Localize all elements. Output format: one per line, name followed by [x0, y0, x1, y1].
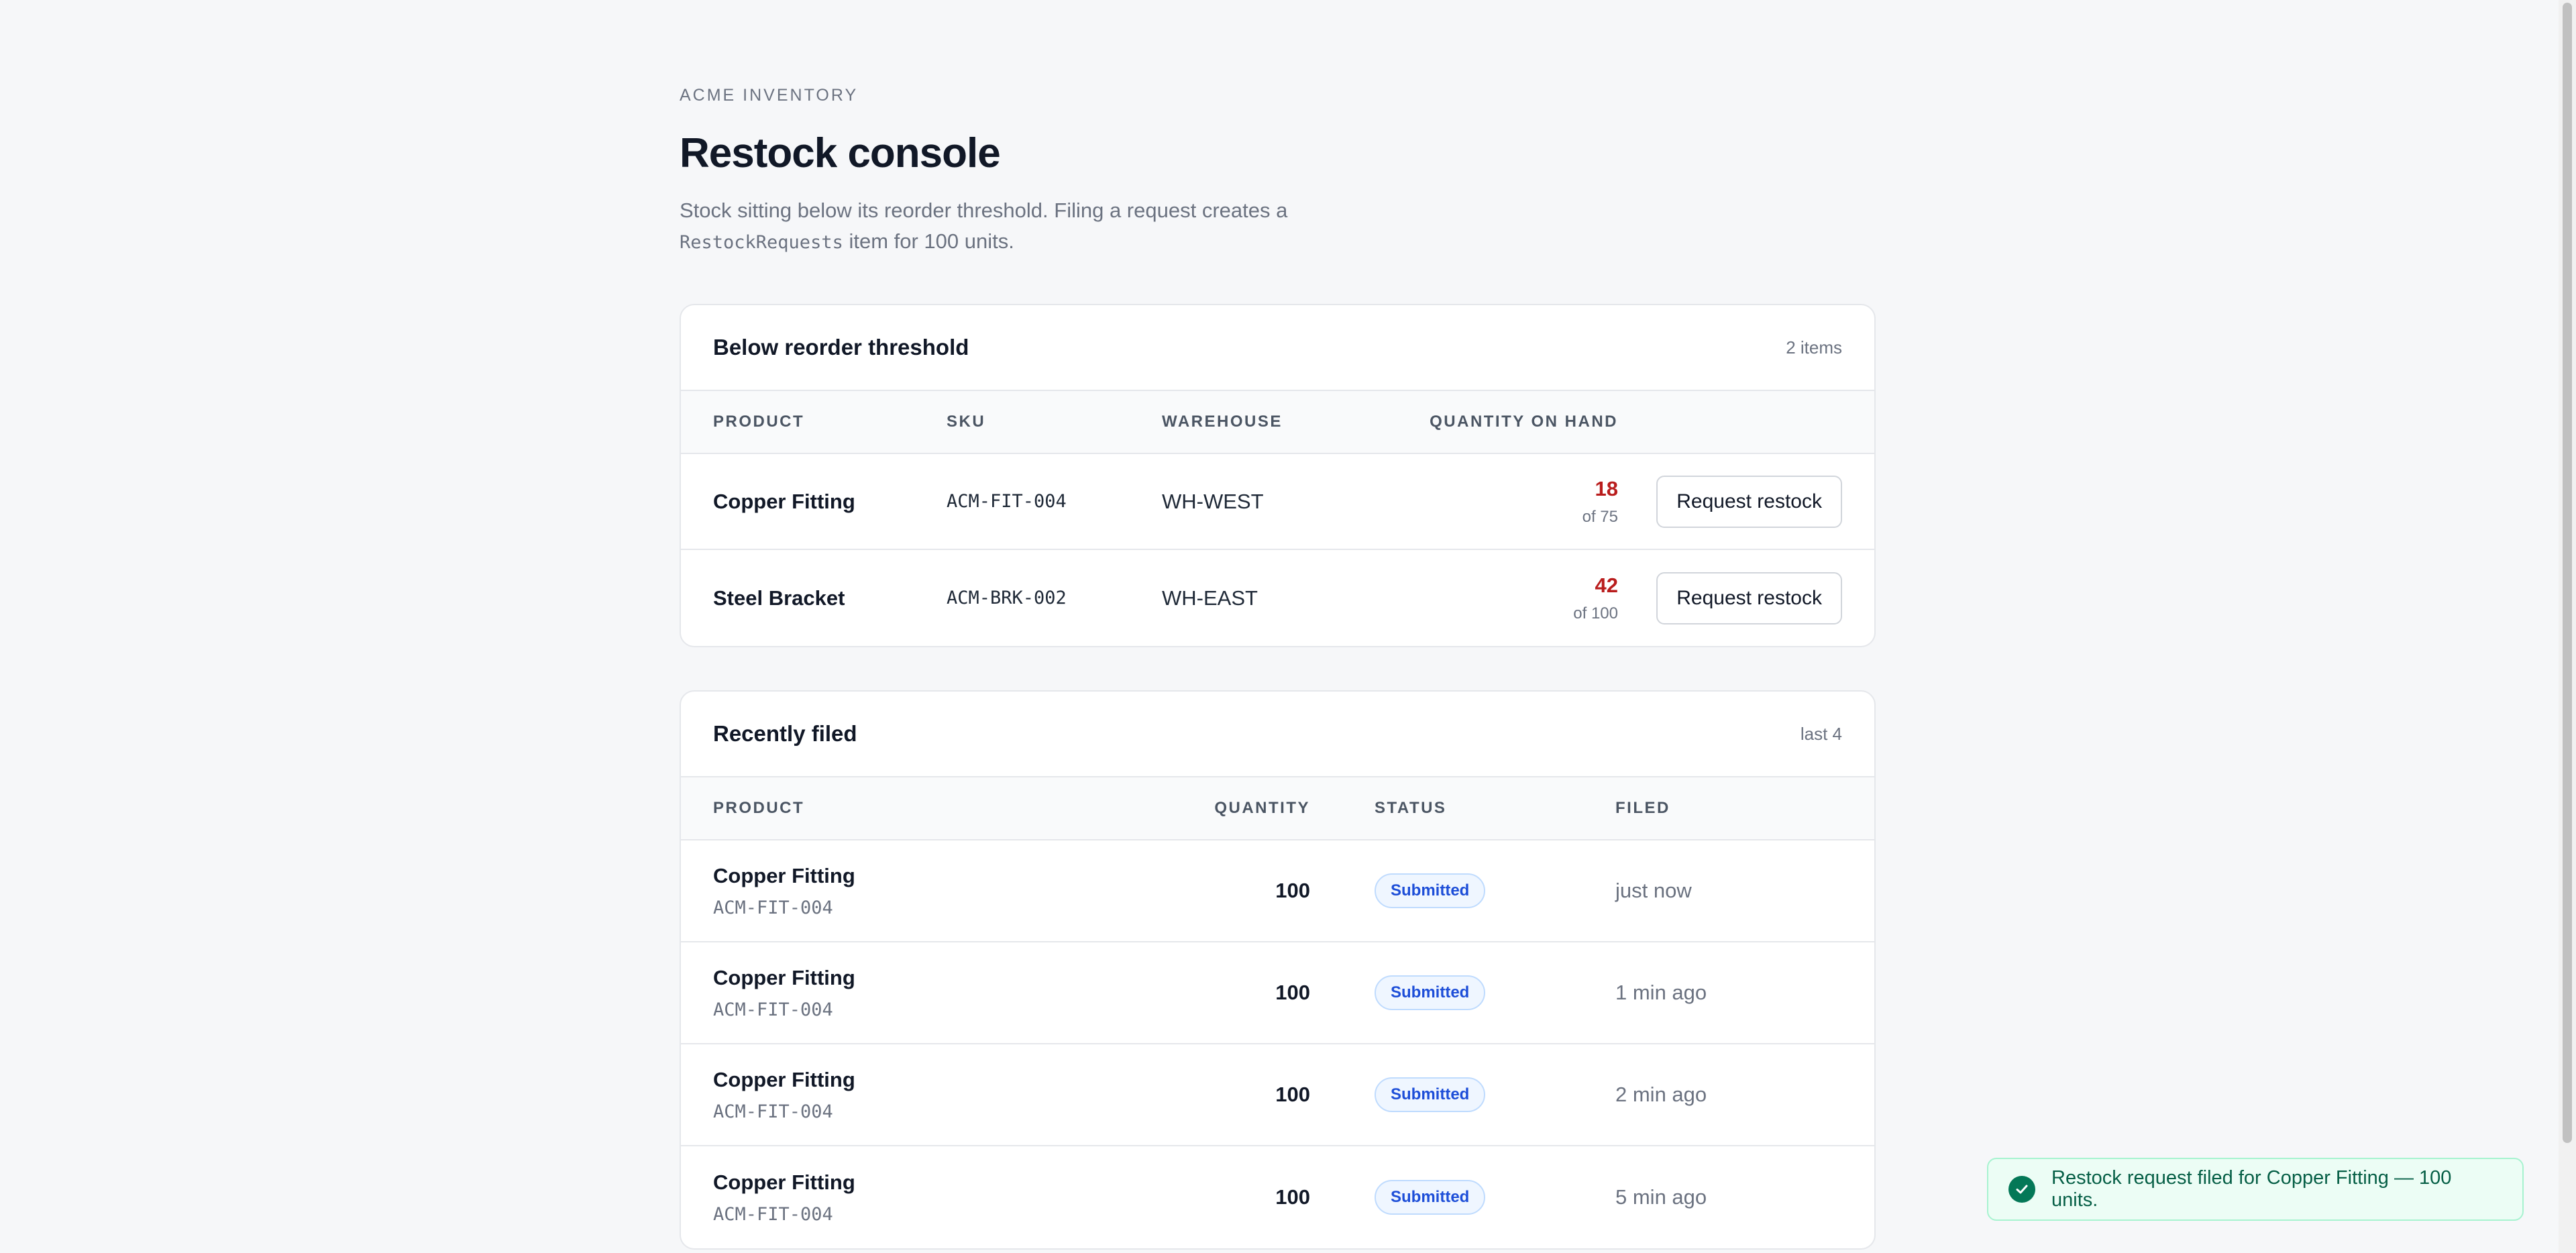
page: ACME INVENTORY Restock console Stock sit…: [680, 86, 1876, 1250]
table-row: Copper Fitting ACM-FIT-004 100 Submitted…: [681, 1044, 1874, 1147]
col-status: STATUS: [1375, 799, 1447, 818]
recent-count: last 4: [1800, 723, 1842, 744]
quantity-on-hand: 18 of 75: [1406, 477, 1618, 527]
sku: ACM-BRK-002: [947, 588, 1067, 609]
product-name: Copper Fitting: [713, 965, 855, 989]
quantity-threshold: of 75: [1582, 507, 1618, 526]
warehouse: WH-WEST: [1162, 489, 1264, 513]
col-filed: FILED: [1615, 799, 1670, 818]
col-product: PRODUCT: [713, 799, 805, 818]
description-text: Stock sitting below its reorder threshol…: [680, 199, 1288, 223]
check-circle-icon: [2008, 1176, 2035, 1203]
sku: ACM-FIT-004: [713, 999, 833, 1020]
threshold-table-header: PRODUCT SKU WAREHOUSE QUANTITY ON HAND: [681, 391, 1874, 455]
threshold-card-title: Below reorder threshold: [713, 335, 969, 360]
table-row: Copper Fitting ACM-FIT-004 100 Submitted…: [681, 942, 1874, 1045]
threshold-item-count: 2 items: [1786, 337, 1842, 358]
scrollbar[interactable]: [2559, 0, 2576, 1253]
quantity-threshold: of 100: [1573, 604, 1618, 622]
request-restock-button[interactable]: Request restock: [1656, 571, 1842, 624]
sku: ACM-FIT-004: [713, 1203, 833, 1225]
sku: ACM-FIT-004: [947, 491, 1067, 512]
quantity: 100: [1275, 1083, 1310, 1107]
success-toast: Restock request filed for Copper Fitting…: [1987, 1158, 2524, 1221]
product-cell: Copper Fitting ACM-FIT-004: [713, 1068, 1149, 1122]
table-row: Copper Fitting ACM-FIT-004 WH-WEST 18 of…: [681, 454, 1874, 551]
recent-table-header: PRODUCT QUANTITY STATUS FILED: [681, 777, 1874, 841]
description-text-end: item for 100 units.: [843, 229, 1014, 254]
filed-time: just now: [1615, 879, 1692, 903]
product-name: Steel Bracket: [713, 586, 845, 610]
product-cell: Copper Fitting ACM-FIT-004: [713, 864, 1149, 918]
col-warehouse: WAREHOUSE: [1162, 413, 1283, 431]
quantity-on-hand: 42 of 100: [1406, 574, 1618, 623]
status-badge: Submitted: [1375, 1077, 1486, 1113]
status-badge: Submitted: [1375, 873, 1486, 909]
quantity: 100: [1275, 879, 1310, 903]
product-cell: Copper Fitting ACM-FIT-004: [713, 1170, 1149, 1225]
col-quantity-on-hand: QUANTITY ON HAND: [1430, 413, 1618, 431]
recent-card: Recently filed last 4 PRODUCT QUANTITY S…: [680, 690, 1876, 1250]
product-name: Copper Fitting: [713, 1170, 855, 1194]
table-row: Copper Fitting ACM-FIT-004 100 Submitted…: [681, 1146, 1874, 1248]
product-name: Copper Fitting: [713, 863, 855, 887]
filed-time: 2 min ago: [1615, 1083, 1707, 1107]
status-badge: Submitted: [1375, 1180, 1486, 1215]
page-title: Restock console: [680, 130, 1001, 176]
scrollbar-thumb[interactable]: [2563, 3, 2572, 1143]
product-name: Copper Fitting: [713, 489, 855, 513]
col-product: PRODUCT: [713, 413, 805, 431]
recent-card-title: Recently filed: [713, 721, 857, 747]
page-description: Stock sitting below its reorder threshol…: [680, 195, 1350, 258]
status-badge: Submitted: [1375, 975, 1486, 1011]
threshold-card: Below reorder threshold 2 items PRODUCT …: [680, 304, 1876, 648]
col-sku: SKU: [947, 413, 986, 431]
col-quantity: QUANTITY: [1214, 799, 1310, 818]
table-row: Steel Bracket ACM-BRK-002 WH-EAST 42 of …: [681, 550, 1874, 646]
quantity: 100: [1275, 981, 1310, 1005]
request-restock-button[interactable]: Request restock: [1656, 475, 1842, 528]
eyebrow: ACME INVENTORY: [680, 86, 859, 105]
sku: ACM-FIT-004: [713, 897, 833, 918]
warehouse: WH-EAST: [1162, 586, 1258, 610]
threshold-card-header: Below reorder threshold 2 items: [681, 305, 1874, 392]
toast-message: Restock request filed for Copper Fitting…: [2051, 1167, 2452, 1211]
quantity-value: 18: [1595, 476, 1618, 500]
description-code: RestockRequests: [680, 232, 843, 254]
quantity-value: 42: [1595, 573, 1618, 597]
sku: ACM-FIT-004: [713, 1101, 833, 1122]
product-cell: Copper Fitting ACM-FIT-004: [713, 966, 1149, 1020]
filed-time: 1 min ago: [1615, 981, 1707, 1005]
table-row: Copper Fitting ACM-FIT-004 100 Submitted…: [681, 840, 1874, 943]
filed-time: 5 min ago: [1615, 1185, 1707, 1209]
quantity: 100: [1275, 1185, 1310, 1209]
recent-card-header: Recently filed last 4: [681, 692, 1874, 778]
product-name: Copper Fitting: [713, 1067, 855, 1091]
